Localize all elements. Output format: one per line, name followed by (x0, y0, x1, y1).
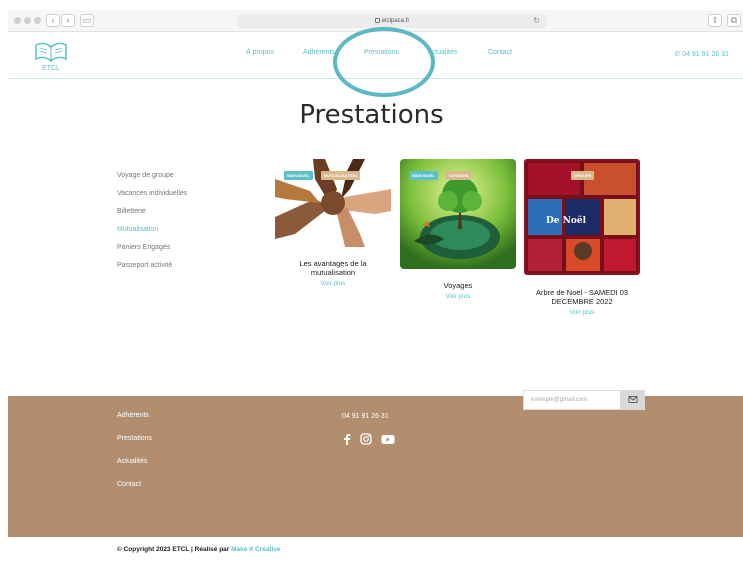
newsletter-submit-button[interactable] (621, 390, 645, 410)
facebook-icon[interactable] (342, 432, 352, 450)
reload-icon[interactable]: ↻ (533, 14, 540, 28)
card-link-arbre-de-noel[interactable]: Voir plus (530, 309, 634, 316)
share-icon[interactable]: ⇪ (708, 14, 722, 27)
sidebar-item-paniers-engages[interactable]: Paniers Engagés (117, 244, 170, 251)
window-close-dot[interactable] (14, 17, 21, 24)
card-link-mutualisation[interactable]: Voir plus (285, 280, 381, 287)
footer-link-prestations[interactable]: Prestations (117, 435, 152, 442)
site-footer: Adhérents Prestations Actualités Contact… (8, 390, 743, 537)
footer-link-adherents[interactable]: Adhérents (117, 412, 149, 419)
tag-mutualisation: MUTUALISATION (321, 171, 360, 180)
newsletter-email-input[interactable]: exemple@gmail.com (523, 390, 621, 410)
tag-individuel: INDIVIDUEL (284, 171, 313, 180)
page-title: Prestations (299, 100, 444, 130)
copyright-prefix: © Copyright 2023 ETCL | Réalisé par (117, 546, 232, 553)
book-icon: ETCL (35, 42, 67, 72)
mail-icon (628, 396, 638, 403)
back-button[interactable]: ‹ (46, 14, 60, 27)
youtube-icon[interactable] (381, 432, 395, 450)
instagram-icon[interactable] (360, 432, 372, 450)
tag-voyages: VOYAGES (446, 171, 472, 180)
sidebar-item-billetterie[interactable]: Billetterie (117, 208, 146, 215)
lock-icon (374, 17, 380, 23)
window-minimize-dot[interactable] (24, 17, 31, 24)
footer-phone[interactable]: 04 91 91 26 31 (342, 413, 389, 420)
maker-link[interactable]: Make it Créative (231, 546, 281, 553)
card-title-mutualisation[interactable]: Les avantages de la mutualisation (285, 259, 381, 277)
card-image-caption: De Noël (546, 215, 587, 226)
header-phone-number: 04 91 91 26 31 (682, 51, 729, 58)
copyright-text: © Copyright 2023 ETCL | Réalisé par Make… (117, 546, 281, 553)
address-bar[interactable]: etclpaca.fr ↻ (238, 14, 546, 28)
forward-button[interactable]: › (61, 14, 75, 27)
card-title-arbre-de-noel[interactable]: Arbre de Noël - SAMEDI 03 DECEMBRE 2022 (530, 288, 634, 306)
footer-link-contact[interactable]: Contact (117, 481, 141, 488)
sidebar-item-vacances-individuelles[interactable]: Vacances individuelles (117, 190, 187, 197)
sidebar-item-mutualisation[interactable]: Mutualisation (117, 226, 158, 233)
sidebar-item-passeport-activite[interactable]: Passeport activité (117, 262, 172, 269)
nav-contact[interactable]: Contact (488, 49, 512, 56)
card-title-voyages[interactable]: Voyages (410, 281, 506, 290)
newsletter-email-placeholder: exemple@gmail.com (531, 397, 588, 403)
card-link-voyages[interactable]: Voir plus (410, 293, 506, 300)
logo-text: ETCL (42, 65, 60, 72)
header-phone[interactable]: ✆ 04 91 91 26 31 (674, 50, 729, 58)
site-logo[interactable]: ETCL (32, 39, 70, 73)
window-maximize-dot[interactable] (34, 17, 41, 24)
sidebar-item-voyage-de-groupe[interactable]: Voyage de groupe (117, 172, 174, 179)
tag-groupe: GROUPE (571, 171, 595, 180)
sidebar-toggle-icon[interactable]: ▭ (80, 14, 94, 27)
nav-adherents[interactable]: Adhérents (303, 49, 335, 56)
tag-individuel: INDIVIDUEL (409, 171, 438, 180)
nav-highlight-circle (333, 27, 435, 97)
tabs-icon[interactable]: ⧉ (727, 14, 741, 27)
page: ‹ › ▭ etclpaca.fr ↻ ⇪ ⧉ ETCL À propos Ad… (0, 0, 743, 563)
footer-link-actualites[interactable]: Actualités (117, 458, 147, 465)
url-text: etclpaca.fr (381, 18, 410, 24)
nav-a-propos[interactable]: À propos (246, 49, 274, 56)
